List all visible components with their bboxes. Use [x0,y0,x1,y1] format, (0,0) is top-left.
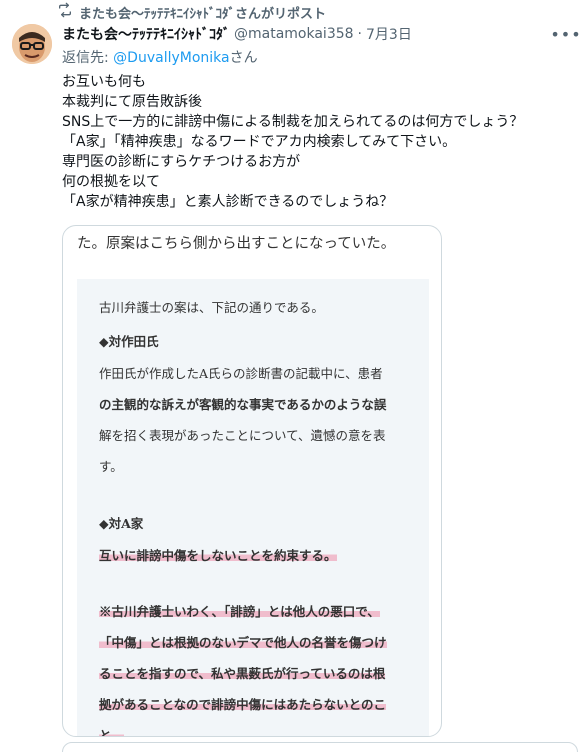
post-text-line: 「A家が精神疾患」と素人診断できるのでしょうね？ [62,194,394,210]
image-text-line-highlighted: 「中傷」とは根拠のないデマで他人の名誉を傷つけ [99,635,387,650]
post-text: お互いも何も 本裁判にて原告敗訴後 SNS上で一方的に誹謗中傷による制裁を加えら… [62,72,577,212]
image-text-line: 古川弁護士の案は、下記の通りである。 [99,300,324,315]
post-text-line: SNS上で一方的に誹謗中傷による制裁を加えられてるのは何方でしょう？ [62,114,524,130]
image-text-line: の主観的な訴えが客観的な事実であるかのような誤 [99,397,387,412]
avatar[interactable] [12,24,52,64]
image-text-top: た。原案はこちら側から出すことになっていた。 [77,236,396,252]
image-text-line: 作田氏が作成したA氏らの診断書の記載中に、患者 [99,366,383,381]
user-handle[interactable]: @matamokai358 [234,26,354,42]
post-text-line: 何の根拠を以て [62,174,160,190]
reply-mention-link[interactable]: @DuvallyMonika [113,50,229,66]
post-date[interactable]: 7月3日 [366,24,412,44]
repost-icon [57,2,73,22]
reply-to: 返信先: @DuvallyMonikaさん [62,47,258,67]
more-icon[interactable]: ••• [550,22,580,46]
post-text-line: 本裁判にて原告敗訴後 [62,94,202,110]
image-text-line-highlighted: 互いに誹謗中傷をしないことを約束する。 [99,548,337,563]
post-image[interactable]: た。原案はこちら側から出すことになっていた。 古川弁護士の案は、下記の通りである… [62,225,442,737]
post-header: またも会〜ﾃｯﾃﾃｷﾆｲｼｬﾄﾞｺﾀﾞ @matamokai358 · 7月3日 [62,24,412,44]
separator-dot: · [357,26,362,42]
next-post-card[interactable] [62,742,578,752]
image-text-line-highlighted: ※古川弁護士いわく、「誹謗」とは他人の悪口で、 [99,604,380,619]
post-text-line: 専門医の診断にすらケチつけるお方が [62,154,301,170]
repost-label: またも会〜ﾃｯﾃﾃｷﾆｲｼｬﾄﾞｺﾀﾞさんがリポスト [79,6,327,22]
reply-prefix: 返信先: [62,50,114,66]
image-text-line-highlighted: 拠があることなので誹謗中傷にはあたらないとのこ [99,697,387,712]
image-text-line: ◆対作田氏 [99,334,159,349]
image-text-line: 解を招く表現があったことについて、遺憾の意を表 [99,428,386,443]
repost-indicator[interactable]: またも会〜ﾃｯﾃﾃｷﾆｲｼｬﾄﾞｺﾀﾞさんがリポスト [57,2,327,22]
image-text-line-highlighted: ることを指すので、私や黒薮氏が行っているのは根 [99,666,386,681]
image-text-line: す。 [99,459,123,474]
post-text-line: お互いも何も [62,74,146,90]
post-text-line: 「A家」「精神疾患」なるワードでアカ内検索してみて下さい。 [62,134,457,150]
display-name[interactable]: またも会〜ﾃｯﾃﾃｷﾆｲｼｬﾄﾞｺﾀﾞ [62,24,230,44]
image-text-line-highlighted: と。 [99,728,125,736]
image-text-line: ◆対A家 [99,516,144,531]
image-quote-box: 古川弁護士の案は、下記の通りである。 ◆対作田氏 作田氏が作成したA氏らの診断書… [77,279,429,736]
reply-suffix: さん [229,50,258,66]
